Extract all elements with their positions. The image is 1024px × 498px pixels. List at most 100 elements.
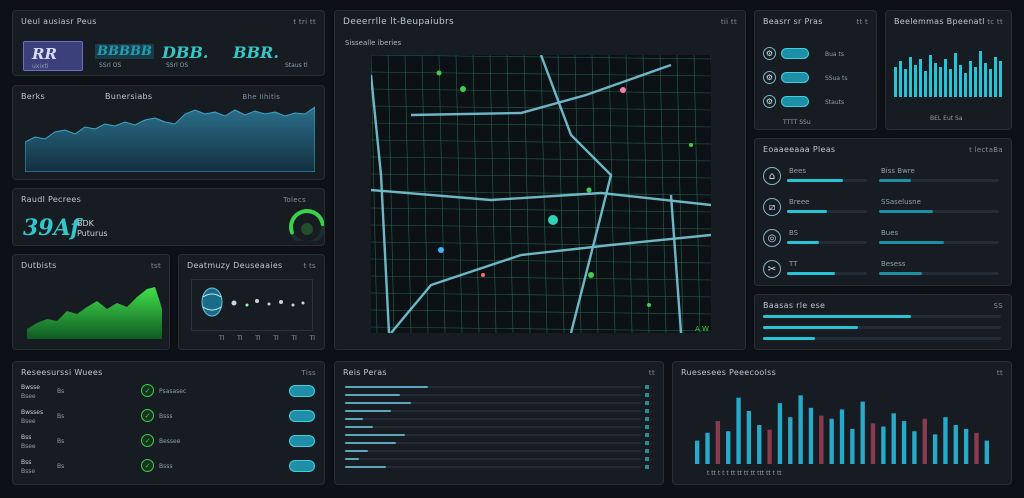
table-row-sub: Bsee — [21, 393, 36, 400]
histogram-panel: Beelemmas Bpeenatl tc tt BEL Eut Sa — [885, 10, 1012, 130]
table-row-sub: Bsse — [21, 468, 36, 475]
stats-row-bar-right — [879, 241, 944, 244]
table-row-status: Bsss — [159, 413, 173, 420]
bar-chart-bar — [767, 429, 772, 464]
list-row-marker — [645, 441, 649, 445]
list-row-marker — [645, 433, 649, 437]
globe-dots — [231, 299, 305, 307]
kpi-controls[interactable]: t tri tt — [293, 18, 316, 26]
kpi-tile-2[interactable]: BBBBB SSrl OS — [91, 41, 154, 71]
bar-chart-axis: t tt t t t tt tt tt tt ttt tt t tt — [707, 470, 782, 477]
map-grid-line — [387, 55, 395, 333]
map-grid-line — [371, 139, 711, 145]
green-chart-controls[interactable]: tst — [151, 262, 161, 270]
stats-row-bar-right — [879, 210, 933, 213]
map-grid-line — [371, 258, 711, 264]
kpi-tile-3-value: DBB. — [162, 43, 209, 62]
map-grid-line — [371, 224, 711, 230]
list-row-marker — [645, 393, 649, 397]
table-row-label: Bwsse — [21, 384, 40, 391]
server-toggle[interactable] — [781, 72, 809, 83]
stats-controls[interactable]: t lectaBa — [969, 146, 1003, 154]
globe-axis-tick: Tl — [255, 335, 261, 342]
histogram-footer: BEL Eut Sa — [930, 115, 963, 122]
map-road — [371, 188, 711, 207]
table-controls[interactable]: Tiss — [302, 369, 317, 377]
list-controls[interactable]: tt — [649, 369, 655, 377]
map-grid-line — [472, 55, 480, 333]
globe-axis: Tl Tl Tl Tl Tl Tl — [219, 335, 315, 342]
globe-title: Deatmuzy Deuseaaies — [187, 261, 283, 270]
bar-chart-bar — [839, 409, 845, 464]
stats-row-right: Besess — [881, 260, 906, 268]
bar-chart-bar — [901, 421, 907, 464]
list-row-track — [345, 418, 641, 420]
bar-chart-bar — [715, 421, 721, 464]
kpi-tile-3[interactable]: DBB. SSrl OS — [158, 41, 216, 71]
list-row-bar — [345, 386, 428, 388]
bar-chart-bar — [788, 417, 793, 464]
globe-axis-tick: Tl — [219, 335, 225, 342]
stats-row-bar — [787, 272, 835, 275]
stats-row-label: Breee — [789, 198, 810, 206]
area-chart — [25, 106, 315, 172]
list-panel: Reis Peras tt — [334, 361, 664, 485]
map-road — [669, 194, 683, 333]
bar-chart-bar — [850, 428, 855, 464]
list-row-bar — [345, 402, 412, 404]
table-row-action[interactable] — [289, 410, 315, 422]
table-row-mid: Bs — [57, 388, 65, 395]
map-grid-line — [371, 241, 711, 247]
table-row-action[interactable] — [289, 435, 315, 447]
stats-row-bar-right — [879, 272, 923, 275]
status-label-top: BDK — [77, 219, 94, 228]
gear-icon: ⚙ — [763, 95, 776, 108]
table-title: Reseesurssi Wuees — [21, 368, 103, 377]
map-grid-line — [455, 55, 463, 333]
kpi-title: Ueul ausiasr Peus — [21, 17, 97, 26]
globe-controls[interactable]: t ts — [303, 262, 316, 270]
status-gauge — [289, 209, 324, 241]
server-toggle[interactable] — [781, 48, 809, 59]
bar-chart-bar — [829, 418, 834, 464]
stats-row-icon: ⌂ — [763, 167, 781, 185]
progress-controls[interactable]: SS — [994, 302, 1004, 310]
histogram-controls[interactable]: tc tt — [987, 18, 1003, 26]
progress-bar — [763, 337, 816, 340]
check-icon: ✓ — [141, 459, 154, 472]
list-row-bar — [345, 418, 364, 420]
gear-icon: ⚙ — [763, 71, 776, 84]
map-grid-line — [371, 207, 711, 213]
bar-chart-bar — [705, 432, 710, 464]
servers-controls[interactable]: tt t — [856, 18, 868, 26]
map-controls[interactable]: tii tt — [721, 18, 737, 26]
list-row-bar — [345, 450, 368, 452]
list-row-track — [345, 450, 641, 452]
servers-panel: Beasrr sr Pras tt t ⚙ Bua ts ⚙ SSua ts ⚙ … — [754, 10, 877, 130]
area-chart-subtitle: Bunersiabs — [105, 92, 153, 101]
kpi-tile-3-caption: SSrl OS — [166, 62, 189, 69]
table-row-status: Psasasec — [159, 388, 187, 395]
kpi-panel: Ueul ausiasr Peus t tri tt RR uxixti BBBB… — [12, 10, 325, 76]
table-row-mid: Bs — [57, 463, 65, 470]
stats-row-icon: ⧄ — [763, 198, 781, 216]
bar-chart-bar — [808, 407, 814, 464]
kpi-tile-2-value: BBBBB — [95, 44, 154, 59]
map-grid-line — [540, 55, 548, 333]
map-title: Deeerrlle lt-Beupaiubrs — [343, 17, 454, 27]
table-row-action[interactable] — [289, 460, 315, 472]
map-grid-line — [659, 55, 667, 333]
city-map[interactable] — [371, 55, 711, 333]
server-toggle[interactable] — [781, 96, 809, 107]
area-chart-tag[interactable]: Bhe Iihitis — [242, 93, 280, 101]
kpi-tile-4[interactable]: BBR. Staus tl — [229, 41, 309, 71]
bar-chart-controls[interactable]: tt — [997, 369, 1003, 377]
globe-axis-tick: Tl — [291, 335, 297, 342]
map-legend[interactable]: A W — [695, 325, 709, 333]
kpi-tile-1[interactable]: RR uxixti — [23, 41, 83, 71]
table-row-action[interactable] — [289, 385, 315, 397]
globe-axis-tick: Tl — [309, 335, 315, 342]
histogram-title: Beelemmas Bpeenatl — [894, 17, 985, 26]
progress-bar — [763, 315, 911, 318]
progress-panel: Baasas rle ese SS — [754, 294, 1012, 350]
